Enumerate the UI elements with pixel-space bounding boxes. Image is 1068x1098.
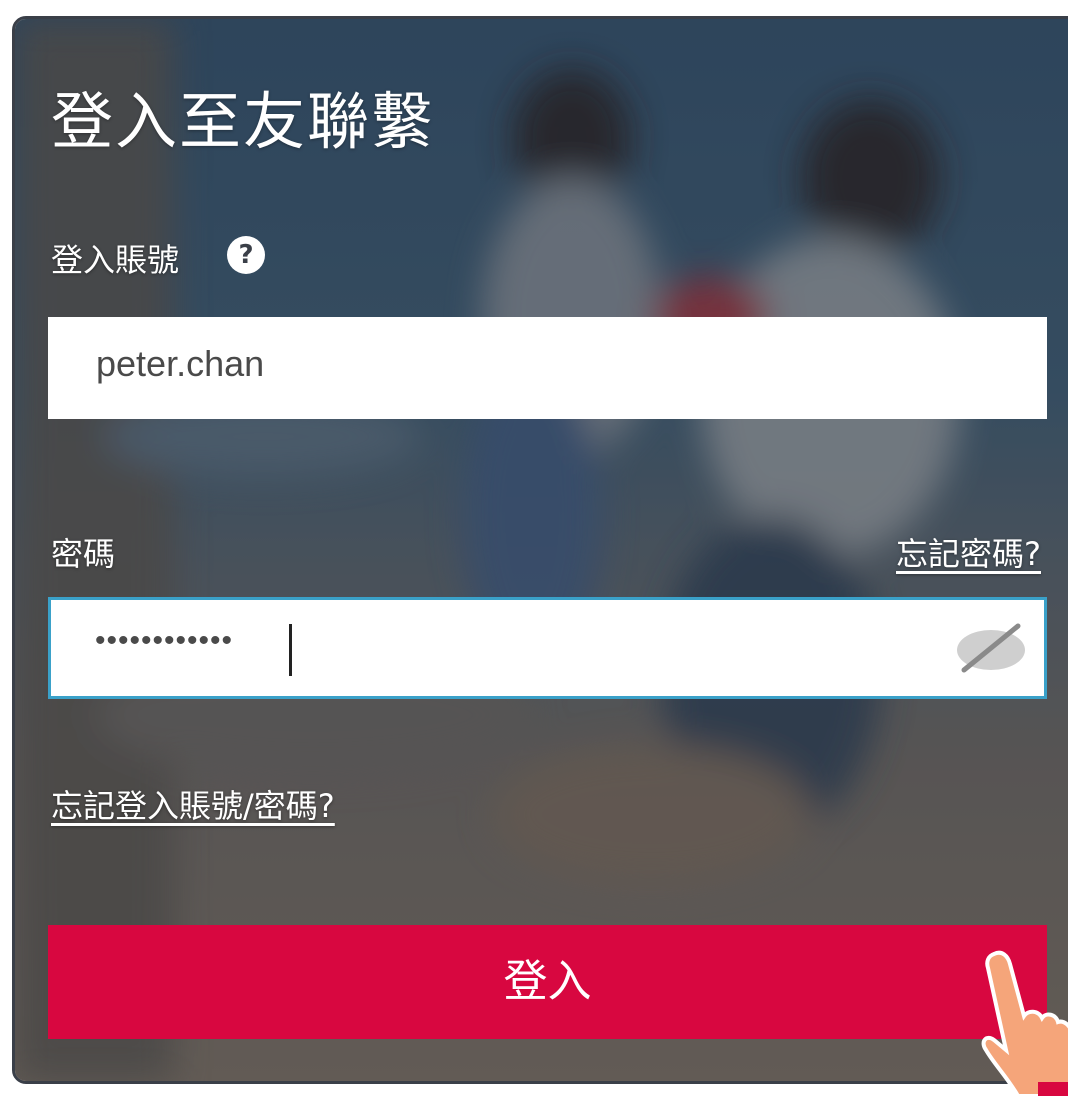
pointing-hand-icon	[981, 950, 1068, 1096]
password-field[interactable]: ••••••••••••	[48, 597, 1047, 699]
login-button[interactable]: 登入	[48, 925, 1047, 1039]
text-caret	[289, 624, 292, 676]
account-label: 登入賬號	[51, 241, 180, 279]
eye-hidden-icon[interactable]	[954, 620, 1028, 676]
forgot-password-link[interactable]: 忘記密碼?	[896, 529, 1041, 575]
login-form: 登入至友聯繫 登入賬號 ? peter.chan 密碼 忘記密碼? ••••••…	[15, 19, 1068, 1081]
question-circle-icon[interactable]: ?	[227, 236, 265, 274]
password-label: 密碼	[51, 535, 116, 573]
page-title: 登入至友聯繫	[51, 85, 436, 158]
forgot-account-password-link[interactable]: 忘記登入賬號/密碼?	[51, 781, 335, 827]
password-value: ••••••••••••	[95, 624, 234, 657]
login-card: 登入至友聯繫 登入賬號 ? peter.chan 密碼 忘記密碼? ••••••…	[12, 16, 1068, 1084]
username-value: peter.chan	[96, 343, 265, 384]
username-field[interactable]: peter.chan	[48, 317, 1047, 419]
